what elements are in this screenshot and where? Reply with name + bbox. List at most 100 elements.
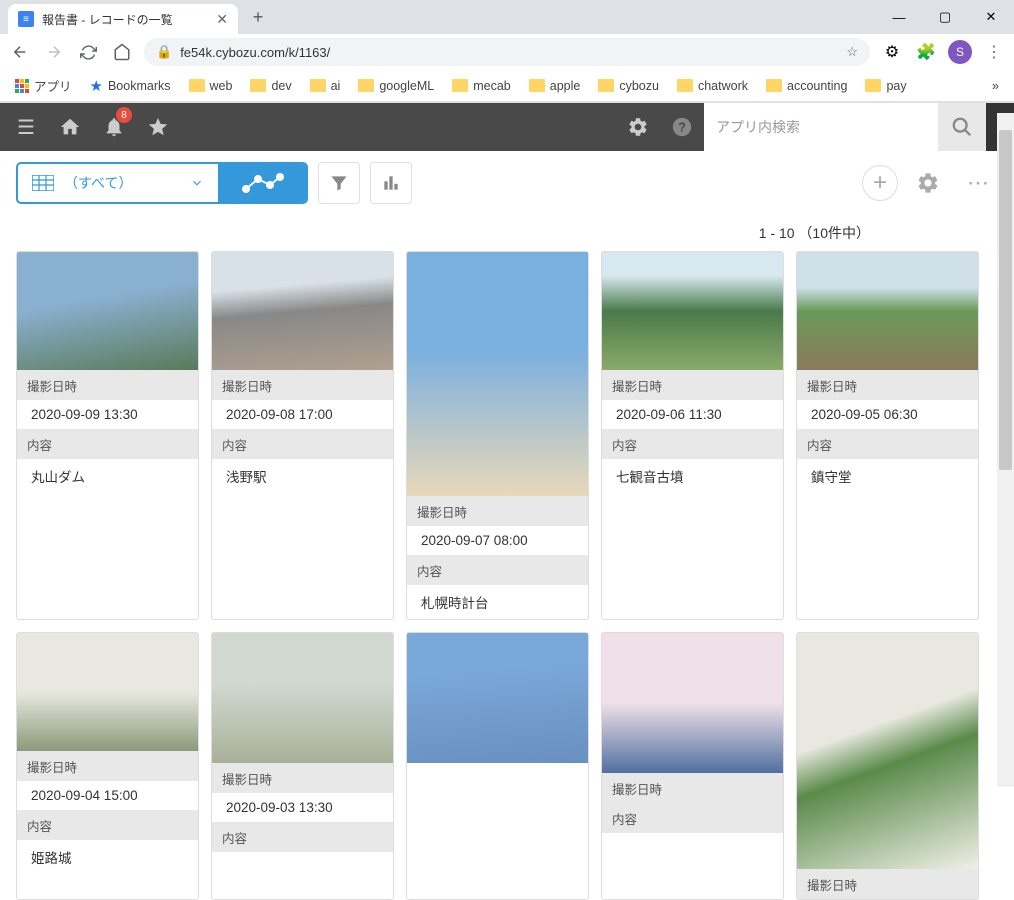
bookmark-folder[interactable]: apple [522,76,588,96]
minimize-button[interactable]: — [876,0,922,34]
field-label: 内容 [17,430,198,459]
tab-title: 報告書 - レコードの一覧 [42,11,208,28]
tab-favicon-icon: ≡ [18,11,34,27]
apps-icon [15,79,29,93]
bookmark-bookmarks[interactable]: ★Bookmarks [83,74,178,98]
home-button[interactable] [110,40,134,64]
record-card[interactable]: 撮影日時2020-09-05 06:30内容鎮守堂 [796,251,979,620]
folder-icon [529,79,545,92]
help-button[interactable]: ? [660,103,704,151]
field-label: 内容 [212,430,393,459]
field-value-content: 七観音古墳 [602,459,783,493]
folder-icon [766,79,782,92]
field-value-datetime: 2020-09-06 11:30 [602,400,783,429]
card-thumbnail [797,252,978,370]
browser-tab[interactable]: ≡ 報告書 - レコードの一覧 ✕ [8,4,238,34]
field-value-datetime: 2020-09-03 13:30 [212,793,393,822]
field-value-datetime: 2020-09-08 17:00 [212,400,393,429]
card-thumbnail [17,633,198,751]
chrome-menu-button[interactable]: ⋮ [982,40,1006,64]
field-label: 撮影日時 [212,764,393,793]
bookmark-folder[interactable]: googleML [351,76,441,96]
chart-button[interactable] [370,162,412,204]
field-value-content: 札幌時計台 [407,585,588,619]
card-thumbnail [407,633,588,763]
field-value-content: 鎮守堂 [797,459,978,493]
toolbar: （すべて） + ⋯ [0,151,1014,215]
graph-view-button[interactable] [218,164,306,202]
bookmark-star-icon[interactable]: ☆ [846,44,858,60]
folder-icon [358,79,374,92]
new-tab-button[interactable]: + [244,3,272,31]
url-field[interactable]: 🔒 fe54k.cybozu.com/k/1163/ ☆ [144,38,870,66]
field-label: 撮影日時 [797,371,978,400]
notifications-button[interactable]: 8 [92,103,136,151]
record-card[interactable]: 撮影日時内容 [601,632,784,900]
extensions-puzzle-icon[interactable]: 🧩 [914,40,938,64]
bookmark-folder[interactable]: chatwork [670,76,755,96]
card-thumbnail [17,252,198,370]
cards-grid: 撮影日時2020-09-09 13:30内容丸山ダム撮影日時2020-09-08… [0,251,1014,900]
add-record-button[interactable]: + [862,165,898,201]
app-settings-button[interactable] [908,163,948,203]
bookmark-folder[interactable]: cybozu [591,76,666,96]
bookmarks-bar: アプリ ★Bookmarks web dev ai googleML mecab… [0,70,1014,102]
record-card[interactable]: 撮影日時2020-09-07 08:00内容札幌時計台 [406,251,589,620]
folder-icon [452,79,468,92]
scroll-thumb[interactable] [999,130,1012,470]
card-thumbnail [212,252,393,370]
record-card[interactable]: 撮影日時2020-09-04 15:00内容姫路城 [16,632,199,900]
browser-titlebar: ≡ 報告書 - レコードの一覧 ✕ + — ▢ ✕ [0,0,1014,34]
url-text: fe54k.cybozu.com/k/1163/ [180,45,330,60]
card-thumbnail [407,252,588,496]
view-dropdown[interactable]: （すべて） [18,164,218,202]
profile-avatar[interactable]: S [948,40,972,64]
filter-button[interactable] [318,162,360,204]
field-value-content: 丸山ダム [17,459,198,493]
bookmarks-overflow[interactable]: » [985,76,1006,96]
forward-button[interactable] [42,40,66,64]
bookmark-folder[interactable]: pay [858,76,913,96]
field-value-content: 姫路城 [17,840,198,874]
bookmark-folder[interactable]: accounting [759,76,854,96]
bookmark-apps[interactable]: アプリ [8,73,79,98]
bookmark-folder[interactable]: web [182,76,240,96]
scrollbar[interactable] [997,113,1014,787]
field-label: 撮影日時 [602,371,783,400]
menu-button[interactable]: ☰ [4,103,48,151]
settings-button[interactable] [616,103,660,151]
line-chart-icon [240,171,284,195]
folder-icon [598,79,614,92]
record-card[interactable]: 撮影日時 [796,632,979,900]
home-icon[interactable] [48,103,92,151]
field-value-content: 浅野駅 [212,459,393,493]
reload-button[interactable] [76,40,100,64]
field-value-datetime: 2020-09-07 08:00 [407,526,588,555]
field-label: 内容 [212,823,393,852]
bookmark-folder[interactable]: mecab [445,76,518,96]
record-card[interactable] [406,632,589,900]
maximize-button[interactable]: ▢ [922,0,968,34]
favorite-button[interactable] [136,103,180,151]
field-label: 撮影日時 [212,371,393,400]
notification-badge: 8 [116,107,132,123]
record-card[interactable]: 撮影日時2020-09-09 13:30内容丸山ダム [16,251,199,620]
bookmark-folder[interactable]: dev [243,76,298,96]
search-button[interactable] [938,103,986,151]
back-button[interactable] [8,40,32,64]
close-window-button[interactable]: ✕ [968,0,1014,34]
more-options-button[interactable]: ⋯ [958,163,998,203]
search-input[interactable] [704,103,938,151]
gear-icon [916,171,940,195]
bookmark-folder[interactable]: ai [303,76,348,96]
folder-icon [189,79,205,92]
view-label: （すべて） [64,173,132,193]
close-icon[interactable]: ✕ [216,11,228,28]
record-card[interactable]: 撮影日時2020-09-06 11:30内容七観音古墳 [601,251,784,620]
app-header: ☰ 8 ? [0,103,1014,151]
view-selector-group: （すべて） [16,162,308,204]
record-card[interactable]: 撮影日時2020-09-08 17:00内容浅野駅 [211,251,394,620]
record-card[interactable]: 撮影日時2020-09-03 13:30内容 [211,632,394,900]
extension-icon[interactable]: ⚙ [880,40,904,64]
chevron-down-icon [190,176,204,190]
